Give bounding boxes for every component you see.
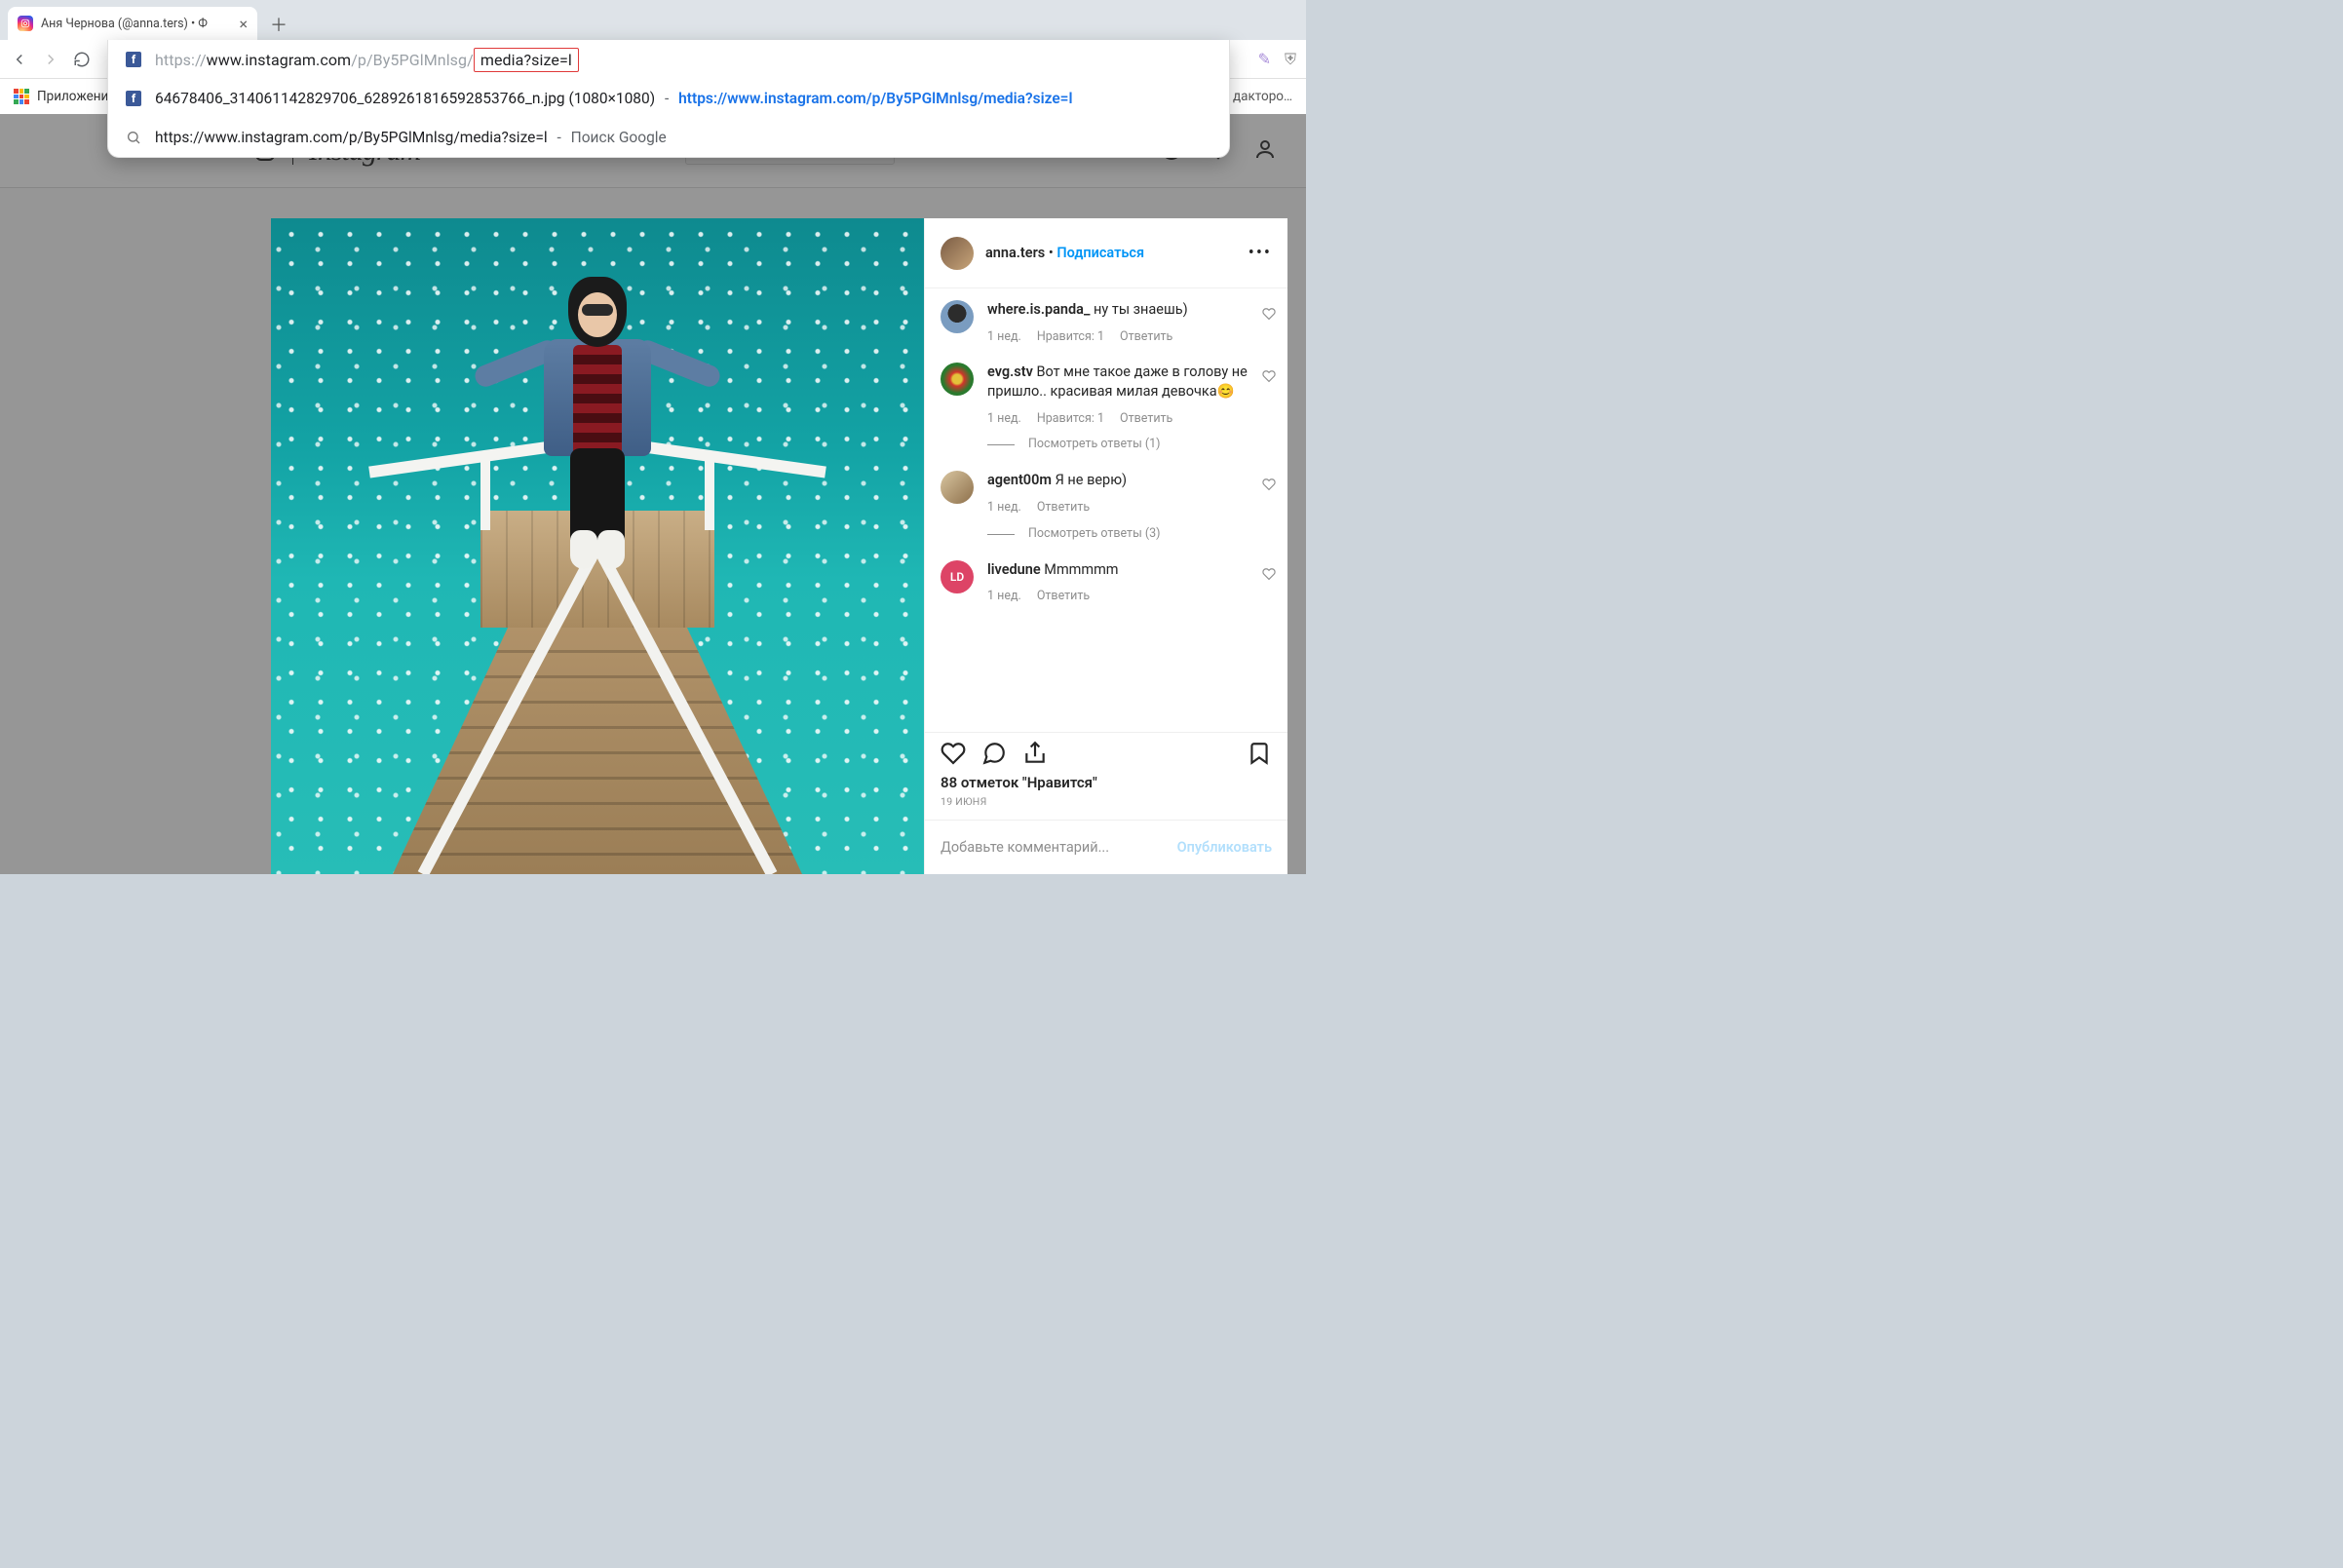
like-comment-button[interactable] bbox=[1262, 477, 1276, 495]
tab-title: Аня Чернова (@anna.ters) • Ф bbox=[41, 17, 231, 31]
browser-tab[interactable]: Аня Чернова (@anna.ters) • Ф × bbox=[8, 7, 257, 40]
post-username[interactable]: anna.ters bbox=[985, 245, 1045, 261]
reply-button[interactable]: Ответить bbox=[1120, 329, 1172, 346]
post-photo[interactable] bbox=[271, 218, 924, 874]
omnibox-suggestion[interactable]: f 64678406_314061142829706_6289261816592… bbox=[108, 79, 1229, 118]
subscribe-button[interactable]: Подписаться bbox=[1056, 245, 1144, 261]
tab-strip: Аня Чернова (@anna.ters) • Ф × ＋ bbox=[0, 0, 1306, 40]
apps-icon[interactable] bbox=[14, 89, 29, 104]
facebook-icon: f bbox=[126, 91, 141, 106]
comment-username[interactable]: livedune bbox=[987, 561, 1041, 578]
comment-likes[interactable]: Нравится: 1 bbox=[1037, 411, 1104, 428]
avatar[interactable] bbox=[941, 237, 974, 270]
comment-item: evg.stv Вот мне такое даже в голову не п… bbox=[941, 363, 1272, 453]
view-replies-button[interactable]: Посмотреть ответы (3) bbox=[987, 526, 1272, 543]
bookmark-button[interactable] bbox=[1247, 741, 1272, 770]
instagram-favicon bbox=[18, 16, 33, 31]
omnibox-dropdown: f https://www.instagram.com/p/By5PGlMnls… bbox=[107, 40, 1230, 158]
reply-button[interactable]: Ответить bbox=[1037, 589, 1090, 605]
suggestion-title: 64678406_314061142829706_628926181659285… bbox=[155, 90, 655, 107]
post-actions bbox=[925, 732, 1287, 774]
comment-text: Я не верю) bbox=[1056, 472, 1127, 488]
comment-username[interactable]: agent00m bbox=[987, 472, 1052, 488]
add-comment-row: Добавьте комментарий... Опубликовать bbox=[925, 820, 1287, 874]
comment-likes[interactable]: Нравится: 1 bbox=[1037, 329, 1104, 346]
bookmarks-apps-label[interactable]: Приложени bbox=[37, 89, 108, 104]
omnibox-search-suggestion[interactable]: https://www.instagram.com/p/By5PGlMnlsg/… bbox=[108, 118, 1229, 157]
comment-time: 1 нед. bbox=[987, 411, 1021, 428]
reply-button[interactable]: Ответить bbox=[1120, 411, 1172, 428]
shield-icon[interactable]: ⛨ bbox=[1285, 50, 1296, 69]
like-button[interactable] bbox=[941, 741, 966, 770]
comment-username[interactable]: evg.stv bbox=[987, 363, 1033, 380]
share-button[interactable] bbox=[1022, 741, 1048, 770]
reply-button[interactable]: Ответить bbox=[1037, 500, 1090, 516]
new-tab-button[interactable]: ＋ bbox=[265, 11, 292, 38]
view-replies-button[interactable]: Посмотреть ответы (1) bbox=[987, 437, 1272, 453]
profile-icon[interactable] bbox=[1253, 137, 1277, 165]
suggestion-query: https://www.instagram.com/p/By5PGlMnlsg/… bbox=[155, 129, 548, 146]
comments-list: where.is.panda_ ну ты знаешь) 1 нед. Нра… bbox=[925, 288, 1287, 732]
comment-button[interactable] bbox=[981, 741, 1007, 770]
comment-item: agent00m Я не верю) 1 нед. Ответить Посм… bbox=[941, 471, 1272, 542]
comment-time: 1 нед. bbox=[987, 329, 1021, 346]
avatar[interactable] bbox=[941, 300, 974, 333]
comment-time: 1 нед. bbox=[987, 500, 1021, 516]
avatar[interactable]: LD bbox=[941, 560, 974, 593]
post-date: 19 ИЮНЯ bbox=[925, 795, 1287, 820]
comment-text: ну ты знаешь) bbox=[1094, 301, 1188, 318]
search-icon bbox=[126, 130, 141, 145]
separator-dot: • bbox=[1049, 245, 1054, 261]
comment-item: where.is.panda_ ну ты знаешь) 1 нед. Нра… bbox=[941, 300, 1272, 345]
toolbar-extensions: ✎ ⛨ bbox=[1258, 50, 1296, 69]
reload-button[interactable] bbox=[72, 50, 92, 69]
publish-button[interactable]: Опубликовать bbox=[1177, 839, 1272, 856]
avatar[interactable] bbox=[941, 363, 974, 396]
like-comment-button[interactable] bbox=[1262, 566, 1276, 585]
post-modal: anna.ters • Подписаться ••• where.is.pan… bbox=[271, 218, 1287, 874]
comment-input[interactable]: Добавьте комментарий... bbox=[941, 839, 1109, 856]
likes-count[interactable]: 88 отметок "Нравится" bbox=[925, 774, 1287, 795]
suggestion-engine: Поиск Google bbox=[571, 129, 667, 146]
bookmark-item[interactable]: дакторо… bbox=[1233, 89, 1292, 104]
post-sidebar: anna.ters • Подписаться ••• where.is.pan… bbox=[924, 218, 1287, 874]
omnibox-row[interactable]: f https://www.instagram.com/p/By5PGlMnls… bbox=[108, 40, 1229, 79]
tab-close-button[interactable]: × bbox=[239, 15, 248, 33]
back-button[interactable] bbox=[10, 50, 29, 69]
comment-item: LD livedune Mmmmmm 1 нед. Ответить bbox=[941, 560, 1272, 605]
feather-icon[interactable]: ✎ bbox=[1258, 50, 1271, 68]
like-comment-button[interactable] bbox=[1262, 368, 1276, 387]
more-options-button[interactable]: ••• bbox=[1248, 243, 1272, 263]
comment-text: Mmmmmm bbox=[1044, 561, 1118, 578]
post-header: anna.ters • Подписаться ••• bbox=[925, 218, 1287, 288]
like-comment-button[interactable] bbox=[1262, 306, 1276, 325]
facebook-icon: f bbox=[126, 52, 141, 67]
suggestion-url: https://www.instagram.com/p/By5PGlMnlsg/… bbox=[678, 90, 1072, 107]
comment-time: 1 нед. bbox=[987, 589, 1021, 605]
forward-button[interactable] bbox=[41, 50, 60, 69]
avatar[interactable] bbox=[941, 471, 974, 504]
comment-username[interactable]: where.is.panda_ bbox=[987, 301, 1090, 318]
